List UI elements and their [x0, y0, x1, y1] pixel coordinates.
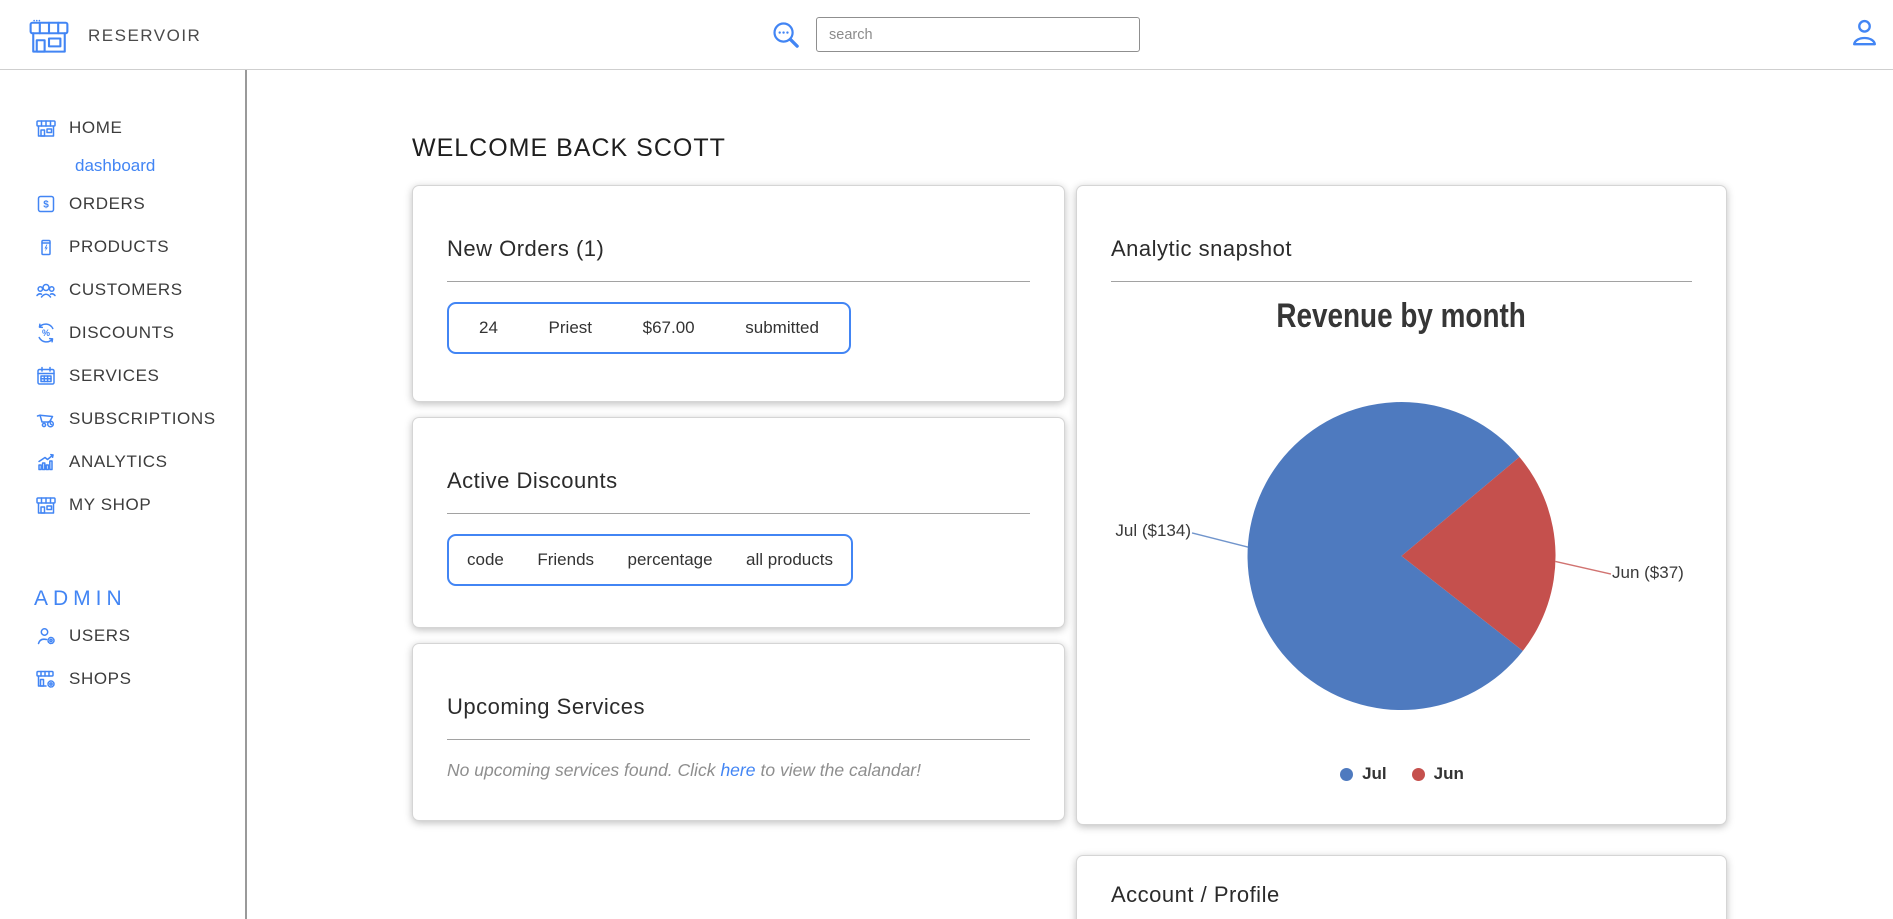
jul-slice-label: Jul ($134) — [1115, 521, 1191, 540]
orders-icon: $ — [37, 195, 55, 212]
discount-method: code — [467, 550, 504, 569]
sidebar-item-label: SUBSCRIPTIONS — [69, 408, 216, 428]
sidebar-item-customers[interactable]: CUSTOMERS — [34, 268, 245, 311]
analytic-snapshot-title: Analytic snapshot — [1111, 236, 1292, 261]
new-orders-title: New Orders (1) — [447, 236, 605, 261]
new-orders-card: New Orders (1) 24 Priest $67.00 submitte… — [412, 185, 1065, 402]
brand-name: RESERVOIR — [88, 26, 202, 45]
divider — [447, 281, 1030, 282]
analytic-snapshot-card: Analytic snapshot Revenue by month Jul (… — [1076, 185, 1727, 825]
chart-legend: Jul Jun — [1111, 764, 1692, 784]
subscription-cart-icon — [36, 413, 55, 428]
discount-percent-icon: % — [38, 322, 54, 343]
jun-slice-label: Jun ($37) — [1612, 563, 1684, 582]
order-status: submitted — [745, 318, 819, 337]
sidebar-item-label: ANALYTICS — [69, 451, 168, 471]
top-header: RESERVOIR — [0, 0, 1893, 70]
storefront-icon — [36, 119, 56, 137]
sidebar-item-label: PRODUCTS — [69, 236, 170, 256]
sidebar-item-label: HOME — [69, 117, 123, 137]
search-input[interactable] — [816, 17, 1140, 52]
upcoming-services-title: Upcoming Services — [447, 694, 646, 719]
product-can-icon — [41, 239, 51, 255]
legend-label: Jun — [1433, 764, 1464, 783]
divider — [447, 513, 1030, 514]
jun-leader-line — [1555, 560, 1612, 575]
account-profile-card: Account / Profile — [1076, 855, 1727, 919]
account-profile-title: Account / Profile — [1111, 882, 1280, 907]
no-services-prefix: No upcoming services found. Click — [447, 760, 716, 780]
legend-label: Jul — [1362, 764, 1387, 783]
legend-item-jul[interactable]: Jul — [1339, 764, 1387, 784]
upcoming-services-card: Upcoming Services No upcoming services f… — [412, 643, 1065, 821]
sidebar-item-discounts[interactable]: % DISCOUNTS — [34, 311, 245, 354]
active-discounts-card: Active Discounts code Friends percentage… — [412, 417, 1065, 628]
discount-type: percentage — [627, 550, 713, 569]
svg-text:%: % — [42, 328, 50, 338]
sidebar-item-my-shop[interactable]: MY SHOP — [34, 483, 245, 526]
sidebar-item-orders[interactable]: $ ORDERS — [34, 182, 245, 225]
calendar-link[interactable]: here — [720, 760, 755, 780]
customers-people-icon — [36, 283, 56, 298]
calendar-icon — [37, 366, 55, 385]
svg-text:$: $ — [43, 199, 49, 210]
discount-name: Friends — [537, 550, 595, 569]
admin-section-header: ADMIN — [34, 587, 127, 610]
sidebar-item-shops[interactable]: SHOPS — [34, 657, 245, 700]
legend-item-jun[interactable]: Jun — [1411, 764, 1464, 784]
order-total: $67.00 — [642, 318, 695, 337]
sidebar-item-dashboard[interactable]: dashboard — [34, 149, 245, 182]
order-id: 24 — [479, 318, 498, 337]
no-services-suffix: to view the calandar! — [760, 760, 921, 780]
sidebar-item-home[interactable]: HOME — [34, 106, 245, 149]
pie-chart-svg[interactable] — [1077, 336, 1726, 746]
page-title: WELCOME BACK SCOTT — [412, 134, 726, 162]
active-discounts-title: Active Discounts — [447, 468, 618, 493]
sidebar-item-subscriptions[interactable]: SUBSCRIPTIONS — [34, 397, 245, 440]
main-content: WELCOME BACK SCOTT New Orders (1) 24 Pri… — [247, 70, 1893, 919]
discount-row[interactable]: code Friends percentage all products — [447, 534, 853, 586]
user-gear-icon — [37, 627, 55, 644]
legend-dot-jul — [1340, 767, 1354, 781]
analytics-chart-icon — [38, 453, 54, 470]
divider — [1111, 281, 1692, 282]
sidebar-item-label: CUSTOMERS — [69, 279, 183, 299]
sidebar-item-label: MY SHOP — [69, 494, 152, 514]
sidebar-item-label: SHOPS — [69, 668, 132, 688]
no-services-message: No upcoming services found. Click here to … — [447, 760, 1030, 781]
sidebar-item-products[interactable]: PRODUCTS — [34, 225, 245, 268]
storefront-logo-icon[interactable] — [28, 12, 70, 58]
search-icon[interactable] — [770, 19, 801, 50]
sidebar-nav: HOME dashboard $ ORDERS PRODUCTS CUSTOME… — [0, 70, 247, 919]
order-row[interactable]: 24 Priest $67.00 submitted — [447, 302, 851, 354]
user-profile-icon[interactable] — [1848, 16, 1881, 49]
sidebar-item-label: USERS — [69, 625, 131, 645]
chart-title: Revenue by month — [1276, 297, 1527, 335]
shop-gear-icon — [36, 670, 55, 688]
sidebar-item-users[interactable]: USERS — [34, 614, 245, 657]
sidebar-item-label: SERVICES — [69, 365, 160, 385]
discount-applies-to: all products — [746, 550, 833, 569]
divider — [447, 739, 1030, 740]
jul-leader-line — [1191, 532, 1250, 549]
sidebar-item-services[interactable]: SERVICES — [34, 354, 245, 397]
my-shop-storefront-icon — [36, 496, 56, 514]
sidebar-item-label: ORDERS — [69, 193, 146, 213]
sidebar-item-analytics[interactable]: ANALYTICS — [34, 440, 245, 483]
legend-dot-jun — [1411, 767, 1425, 781]
order-customer: Priest — [548, 318, 593, 337]
revenue-pie-chart: Jul ($134) Jun ($37) — [1077, 336, 1726, 746]
sidebar-item-label: DISCOUNTS — [69, 322, 175, 342]
